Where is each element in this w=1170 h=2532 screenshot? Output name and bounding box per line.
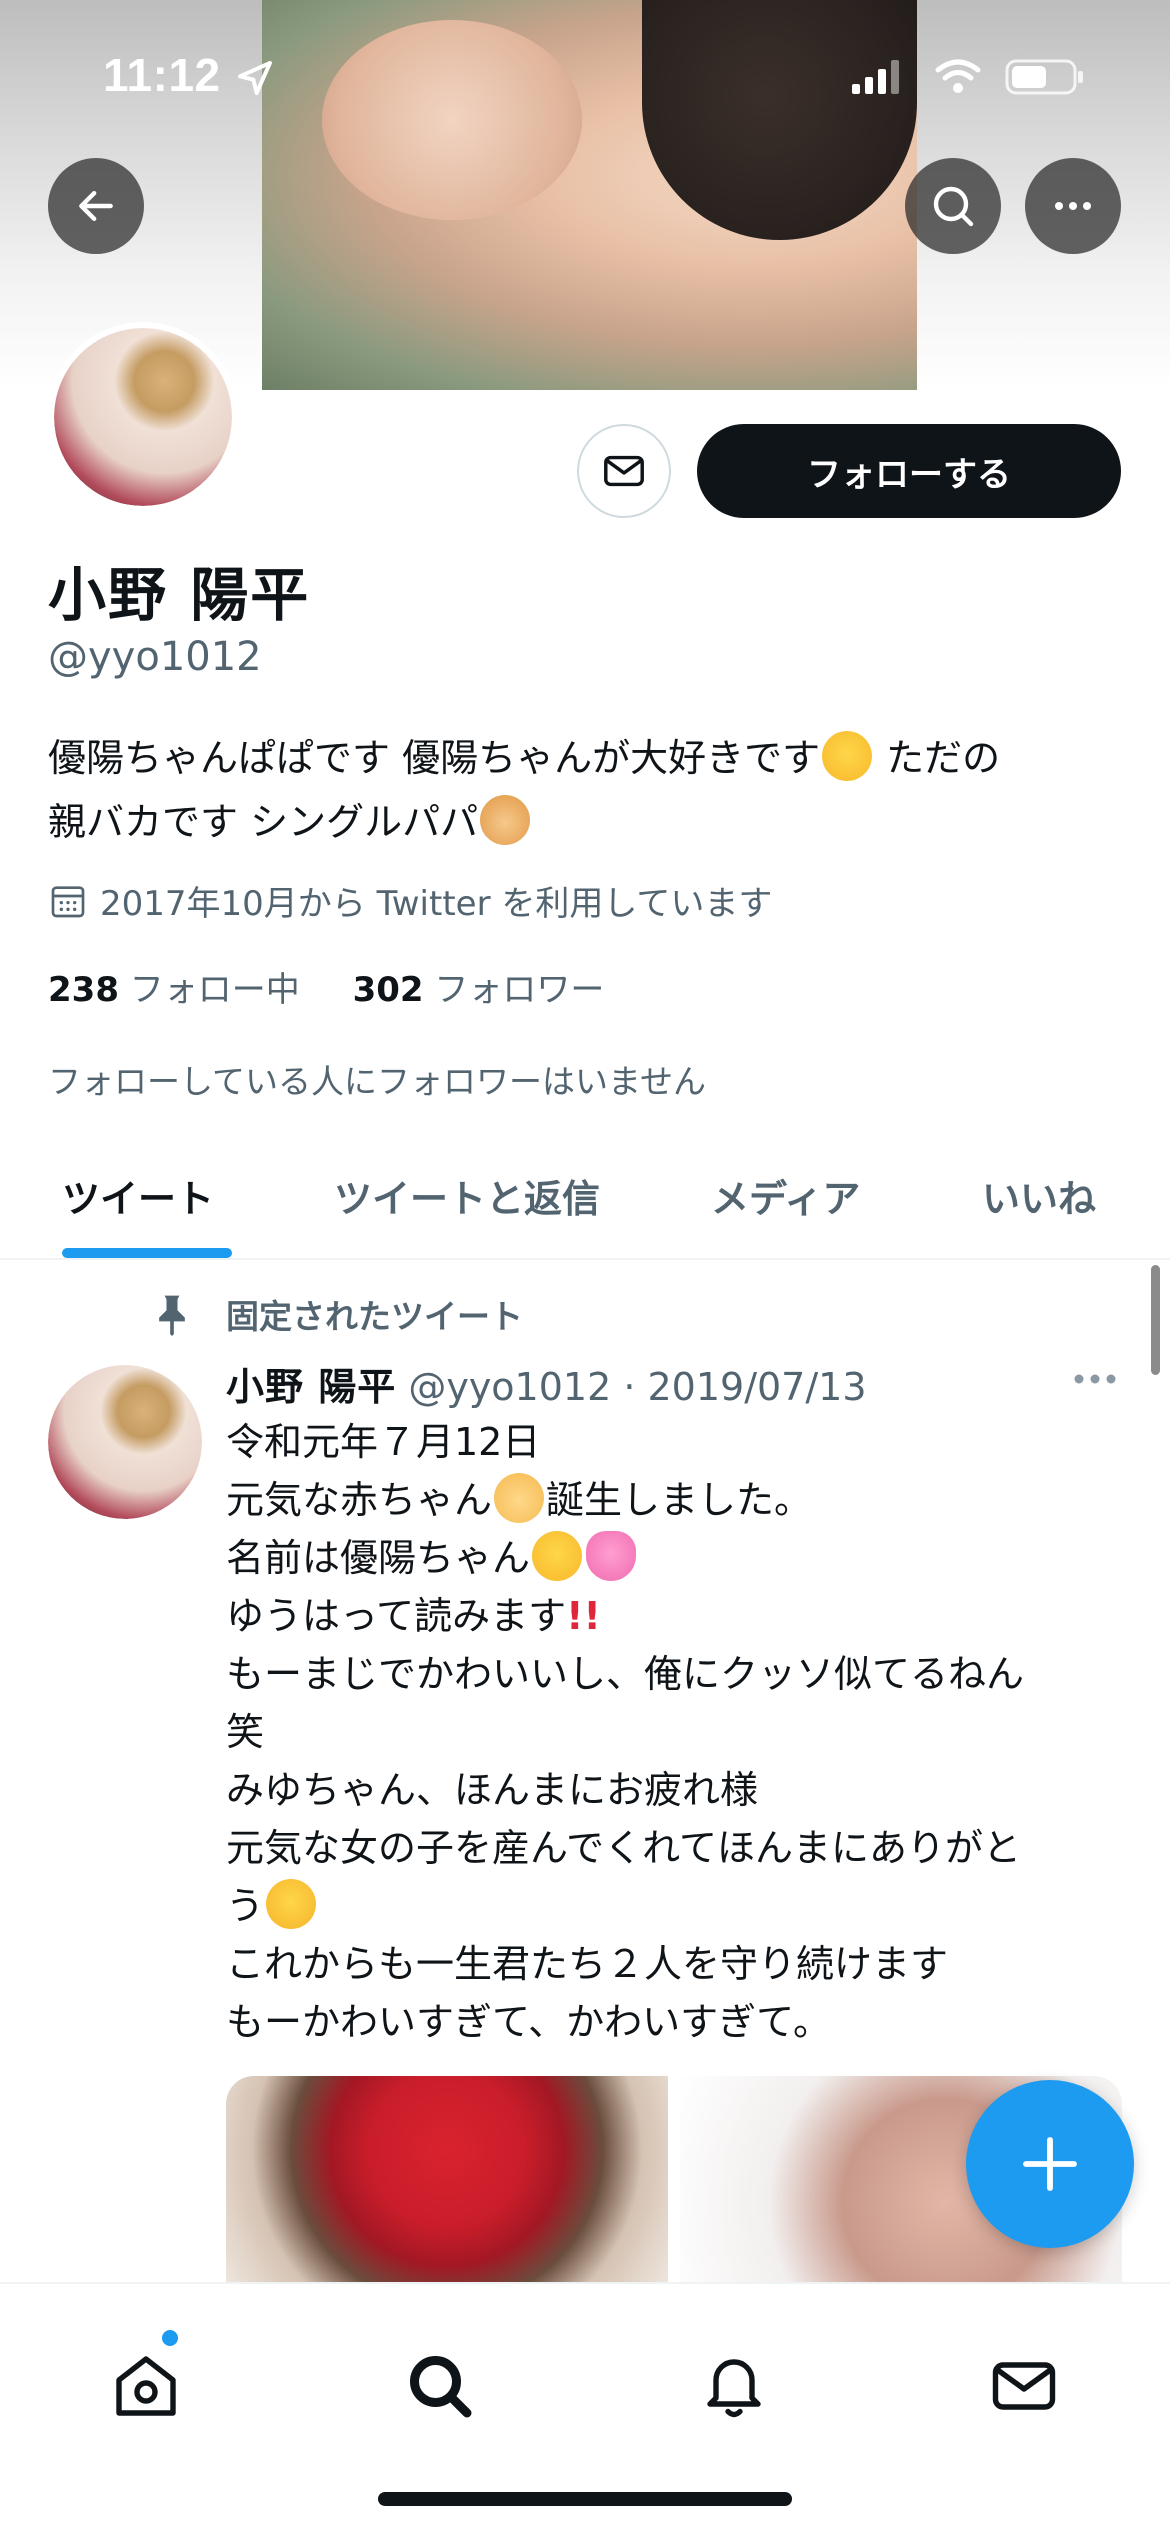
scrollbar[interactable] bbox=[1151, 1265, 1160, 1375]
joined-text: 2017年10月から Twitter を利用しています bbox=[100, 884, 773, 924]
tweet-line: これからも一生君たち２人を守り続けます bbox=[226, 1942, 949, 1986]
compose-plus-icon bbox=[1023, 2137, 1077, 2191]
tab-likes[interactable]: いいね bbox=[982, 1168, 1096, 1223]
more-icon bbox=[1055, 202, 1091, 210]
compose-tweet-button[interactable] bbox=[966, 2080, 1134, 2248]
tweet-more-icon[interactable] bbox=[1070, 1364, 1120, 1394]
profile-name: 小野 陽平 bbox=[48, 561, 311, 629]
bio-text-1a: 優陽ちゃんぱぱです 優陽ちゃんが大好きです bbox=[48, 736, 821, 780]
back-button[interactable] bbox=[48, 158, 144, 254]
back-arrow-icon bbox=[79, 190, 113, 222]
profile-banner-image[interactable] bbox=[262, 0, 917, 390]
more-options-button[interactable] bbox=[1025, 158, 1121, 254]
tweet-line: 笑 bbox=[226, 1710, 265, 1754]
banner-shape-hair bbox=[642, 0, 917, 240]
tweet-line: 名前は優陽ちゃん bbox=[226, 1529, 1126, 1587]
follow-button[interactable]: フォローする bbox=[697, 424, 1121, 518]
bio-text-2: 親バカです シングルパパ bbox=[48, 800, 479, 844]
tweet-line: もーかわいすぎて、かわいすぎて。 bbox=[226, 2000, 831, 2044]
tweet-photo-1[interactable] bbox=[226, 2076, 668, 2286]
active-tab-indicator bbox=[62, 1248, 232, 1258]
tweet-avatar-image bbox=[48, 1365, 202, 1519]
search-icon bbox=[933, 186, 974, 227]
tweet-author-name[interactable]: 小野 陽平 bbox=[226, 1365, 396, 1409]
joined-date: 2017年10月から Twitter を利用しています bbox=[48, 876, 772, 925]
tweet-line: 令和元年７月12日 bbox=[226, 1420, 541, 1464]
tweet-line: う bbox=[226, 1877, 1126, 1935]
following-label: フォロー中 bbox=[129, 970, 300, 1010]
baby-emoji-icon bbox=[494, 1473, 545, 1523]
signal-icon bbox=[852, 60, 899, 94]
tweet-line: 元気な赤ちゃん 誕生しました。 bbox=[226, 1471, 1126, 1529]
follow-counts: 238 フォロー中 302 フォロワー bbox=[48, 962, 624, 1011]
notifications-bell-icon[interactable] bbox=[698, 2350, 770, 2422]
profile-avatar[interactable] bbox=[48, 322, 238, 512]
tweet-header: 小野 陽平 @yyo1012 · 2019/07/13 bbox=[226, 1356, 867, 1411]
avatar-image bbox=[54, 328, 232, 506]
messages-mail-icon[interactable] bbox=[988, 2350, 1060, 2422]
pin-icon bbox=[159, 1295, 185, 1336]
profile-tabs: ツイート ツイートと返信 メディア いいね bbox=[0, 1140, 1170, 1260]
battery-icon bbox=[1005, 59, 1083, 95]
tweet-line: 元気な女の子を産んでくれてほんまにありがと bbox=[226, 1826, 1021, 1870]
followers-link[interactable]: 302 フォロワー bbox=[353, 970, 615, 1010]
pink-heart-emoji-icon bbox=[586, 1531, 637, 1581]
calendar-icon bbox=[51, 885, 85, 917]
status-time: 11:12 bbox=[103, 49, 221, 101]
pinned-text: 固定されたツイート bbox=[226, 1297, 523, 1336]
profile-handle: @yyo1012 bbox=[48, 634, 262, 680]
followers-you-know-note: フォローしている人にフォロワーはいません bbox=[48, 1062, 707, 1101]
home-notification-dot bbox=[162, 2330, 178, 2346]
tweet-line: もーまじでかわいいし、俺にクッソ似てるねん bbox=[226, 1652, 1025, 1696]
mail-icon bbox=[604, 455, 644, 487]
tab-media[interactable]: メディア bbox=[711, 1168, 860, 1223]
profile-bio: 優陽ちゃんぱぱです 優陽ちゃんが大好きです ただの 親バカです シングルパパ bbox=[48, 726, 1123, 854]
tweet-line: みゆちゃん、ほんまにお疲れ様 bbox=[226, 1768, 759, 1812]
home-indicator bbox=[378, 2492, 792, 2506]
tweet-author-avatar[interactable] bbox=[48, 1365, 202, 1519]
tab-tweets-and-replies[interactable]: ツイートと返信 bbox=[334, 1168, 600, 1223]
following-count: 238 bbox=[48, 970, 119, 1010]
banner-shape-face bbox=[322, 20, 582, 220]
tweet-meta: @yyo1012 · 2019/07/13 bbox=[408, 1365, 867, 1409]
message-button[interactable] bbox=[577, 424, 671, 518]
location-arrow-icon bbox=[238, 61, 272, 95]
tweet-line: ゆうはって読みます!! bbox=[226, 1594, 601, 1638]
heart-eyes-emoji-icon bbox=[532, 1531, 583, 1581]
pinned-tweet-label: 固定されたツイート bbox=[150, 1290, 523, 1338]
search-icon[interactable] bbox=[404, 2350, 476, 2422]
following-link[interactable]: 238 フォロー中 bbox=[48, 970, 310, 1010]
tab-tweets[interactable]: ツイート bbox=[62, 1168, 214, 1223]
man-emoji-icon bbox=[480, 795, 531, 845]
wifi-icon bbox=[935, 59, 981, 93]
bio-text-1b: ただの bbox=[874, 736, 1001, 780]
search-button[interactable] bbox=[905, 158, 1001, 254]
double-exclamation-emoji-icon: !! bbox=[566, 1594, 601, 1638]
home-icon[interactable] bbox=[110, 2350, 182, 2422]
smiling-emoji-icon bbox=[266, 1879, 317, 1929]
followers-count: 302 bbox=[352, 970, 424, 1010]
followers-label: フォロワー bbox=[434, 970, 605, 1010]
heart-eyes-emoji-icon bbox=[822, 731, 873, 781]
tweet-text: 令和元年７月12日 元気な赤ちゃん 誕生しました。 名前は優陽ちゃん ゆうはって読… bbox=[226, 1413, 1126, 2051]
